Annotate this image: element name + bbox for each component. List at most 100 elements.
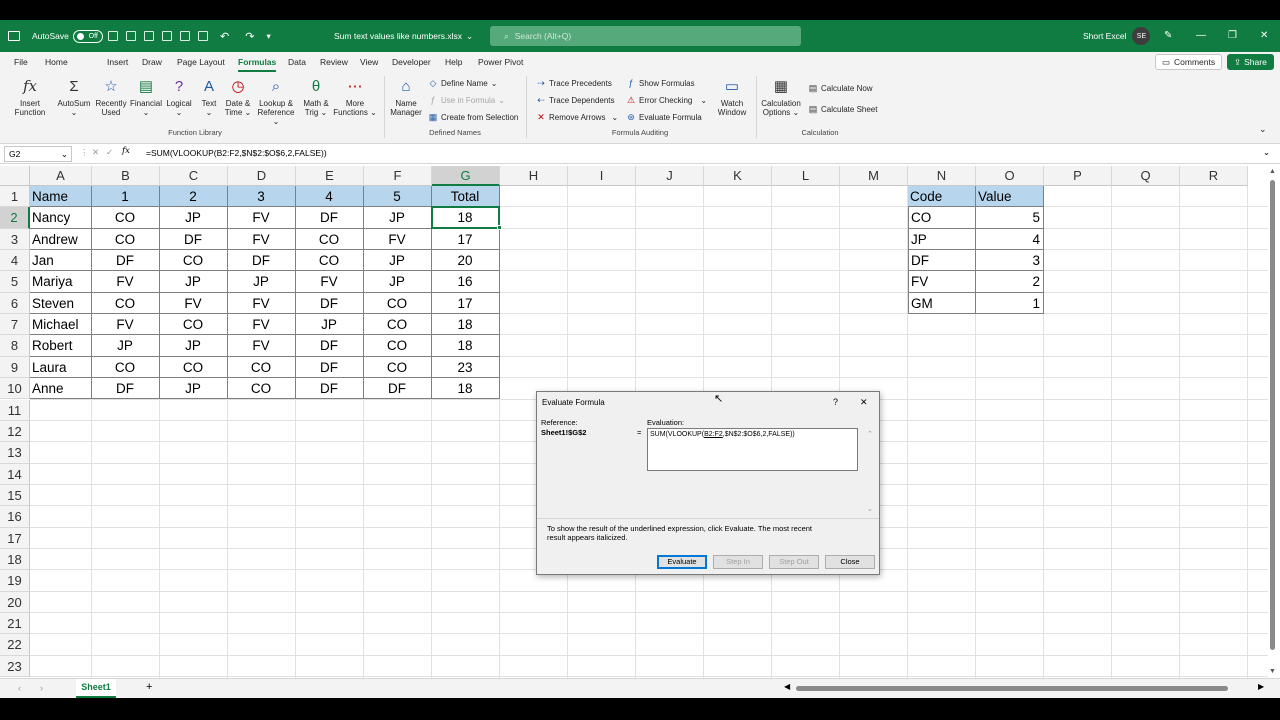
code-cell[interactable]: FV <box>228 207 296 229</box>
scroll-left-icon[interactable]: ◀ <box>784 682 790 691</box>
next-sheet-icon[interactable]: › <box>40 683 43 693</box>
evaluate-button[interactable]: Evaluate <box>657 555 707 569</box>
column-header-p[interactable]: P <box>1044 166 1112 186</box>
name-cell[interactable]: Andrew <box>30 228 92 251</box>
tab-view[interactable]: View <box>360 57 378 67</box>
avatar[interactable]: SE <box>1132 27 1151 45</box>
code-cell[interactable]: JP <box>364 271 432 293</box>
code-cell[interactable]: FV <box>228 335 296 357</box>
name-cell[interactable]: Anne <box>30 378 92 400</box>
row-header-9[interactable]: 9 <box>0 356 30 379</box>
row-header-13[interactable]: 13 <box>0 442 30 464</box>
calculation-options-button[interactable]: ▦ Calculation Options ⌄ <box>760 76 802 118</box>
code-cell[interactable]: CO <box>296 228 364 251</box>
code-cell[interactable]: FV <box>228 314 296 336</box>
expand-formula-bar-icon[interactable]: ⌄ <box>1263 147 1270 158</box>
scroll-up-icon[interactable]: ⌃ <box>867 430 873 438</box>
code-cell[interactable]: CO <box>296 250 364 272</box>
add-sheet-button[interactable]: + <box>146 681 152 693</box>
scroll-down-icon[interactable]: ▼ <box>1269 668 1276 675</box>
step-in-button[interactable]: Step In <box>713 555 763 569</box>
formula-input[interactable]: =SUM(VLOOKUP(B2:F2,$N$2:$O$6,2,FALSE)) <box>146 148 327 158</box>
row-header-1[interactable]: 1 <box>0 186 30 208</box>
scroll-up-icon[interactable]: ▲ <box>1269 168 1276 175</box>
show-formulas-button[interactable]: ƒ Show Formulas <box>626 78 694 88</box>
close-window-icon[interactable]: ✕ <box>1260 30 1268 41</box>
create-from-selection-button[interactable]: ▦ Create from Selection <box>428 112 519 122</box>
row-header-8[interactable]: 8 <box>0 335 30 357</box>
code-cell[interactable]: CO <box>160 250 228 272</box>
select-all-corner[interactable] <box>0 166 30 186</box>
restore-icon[interactable]: ❐ <box>1228 30 1237 41</box>
lookup-value-cell[interactable]: 4 <box>976 228 1044 251</box>
row-header-20[interactable]: 20 <box>0 591 30 613</box>
customize-qat-icon[interactable]: ▾ <box>266 31 270 42</box>
code-cell[interactable]: DF <box>92 250 160 272</box>
table-header-cell[interactable]: Total <box>432 186 500 208</box>
save-icon[interactable] <box>108 31 118 41</box>
enter-icon[interactable]: ✓ <box>106 147 113 158</box>
more-functions-button[interactable]: ⋯ More Functions ⌄ <box>332 76 378 118</box>
row-header-15[interactable]: 15 <box>0 484 30 507</box>
lookup-code-cell[interactable]: DF <box>908 250 976 272</box>
column-header-h[interactable]: H <box>500 166 568 186</box>
minimize-icon[interactable]: — <box>1196 30 1206 41</box>
code-cell[interactable]: CO <box>92 292 160 315</box>
text-button[interactable]: A Text ⌄ <box>196 76 222 118</box>
help-button[interactable]: ? <box>833 397 838 407</box>
evaluation-box[interactable]: SUM(VLOOKUP(B2:F2,$N$2:$O$6,2,FALSE)) <box>647 428 858 471</box>
lookup-reference-button[interactable]: ⌕ Lookup & Reference ⌄ <box>254 76 298 127</box>
code-cell[interactable]: CO <box>364 314 432 336</box>
table-header-cell[interactable]: 1 <box>92 186 160 208</box>
name-cell[interactable]: Laura <box>30 356 92 379</box>
code-cell[interactable]: DF <box>296 378 364 400</box>
row-header-22[interactable]: 22 <box>0 634 30 656</box>
code-cell[interactable]: FV <box>228 228 296 251</box>
column-header-f[interactable]: F <box>364 166 432 186</box>
column-header-r[interactable]: R <box>1180 166 1248 186</box>
column-header-a[interactable]: A <box>30 166 92 186</box>
tab-page-layout[interactable]: Page Layout <box>177 57 225 67</box>
lookup-header-cell[interactable]: Value <box>976 186 1044 208</box>
calculate-now-button[interactable]: ▤ Calculate Now <box>808 83 873 93</box>
code-cell[interactable]: CO <box>92 207 160 229</box>
code-cell[interactable]: CO <box>92 228 160 251</box>
name-cell[interactable]: Nancy <box>30 207 92 229</box>
math-trig-button[interactable]: θ Math & Trig ⌄ <box>299 76 333 118</box>
column-header-i[interactable]: I <box>568 166 636 186</box>
open-folder-icon[interactable] <box>144 31 154 41</box>
code-cell[interactable]: DF <box>296 356 364 379</box>
logical-button[interactable]: ? Logical ⌄ <box>163 76 195 118</box>
row-header-3[interactable]: 3 <box>0 228 30 251</box>
code-cell[interactable]: FV <box>296 271 364 293</box>
code-cell[interactable]: JP <box>92 335 160 357</box>
file-name[interactable]: Sum text values like numbers.xlsx ⌄ <box>334 20 473 52</box>
code-cell[interactable]: JP <box>160 335 228 357</box>
table-header-cell[interactable]: 4 <box>296 186 364 208</box>
close-icon[interactable]: ✕ <box>860 397 868 408</box>
table-header-cell[interactable]: Name <box>30 186 92 208</box>
code-cell[interactable]: FV <box>92 271 160 293</box>
total-cell[interactable]: 18 <box>432 335 500 357</box>
column-header-c[interactable]: C <box>160 166 228 186</box>
define-name-button[interactable]: ◇ Define Name ⌄ <box>428 78 498 88</box>
code-cell[interactable]: CO <box>364 356 432 379</box>
row-header-7[interactable]: 7 <box>0 314 30 336</box>
name-manager-button[interactable]: ⌂ Name Manager <box>388 76 424 118</box>
row-header-10[interactable]: 10 <box>0 378 30 400</box>
use-in-formula-button[interactable]: ƒ Use in Formula ⌄ <box>428 95 504 105</box>
column-header-d[interactable]: D <box>228 166 296 186</box>
code-cell[interactable]: DF <box>160 228 228 251</box>
code-cell[interactable]: CO <box>160 314 228 336</box>
lookup-code-cell[interactable]: GM <box>908 292 976 315</box>
code-cell[interactable]: FV <box>364 228 432 251</box>
code-cell[interactable]: DF <box>296 335 364 357</box>
code-cell[interactable]: CO <box>160 356 228 379</box>
row-header-14[interactable]: 14 <box>0 463 30 485</box>
row-header-17[interactable]: 17 <box>0 527 30 549</box>
autosave-toggle[interactable]: Off <box>72 29 103 43</box>
code-cell[interactable]: JP <box>160 207 228 229</box>
table-header-cell[interactable]: 5 <box>364 186 432 208</box>
collapse-ribbon-icon[interactable]: ⌄ <box>1259 124 1267 135</box>
tab-help[interactable]: Help <box>445 57 462 67</box>
